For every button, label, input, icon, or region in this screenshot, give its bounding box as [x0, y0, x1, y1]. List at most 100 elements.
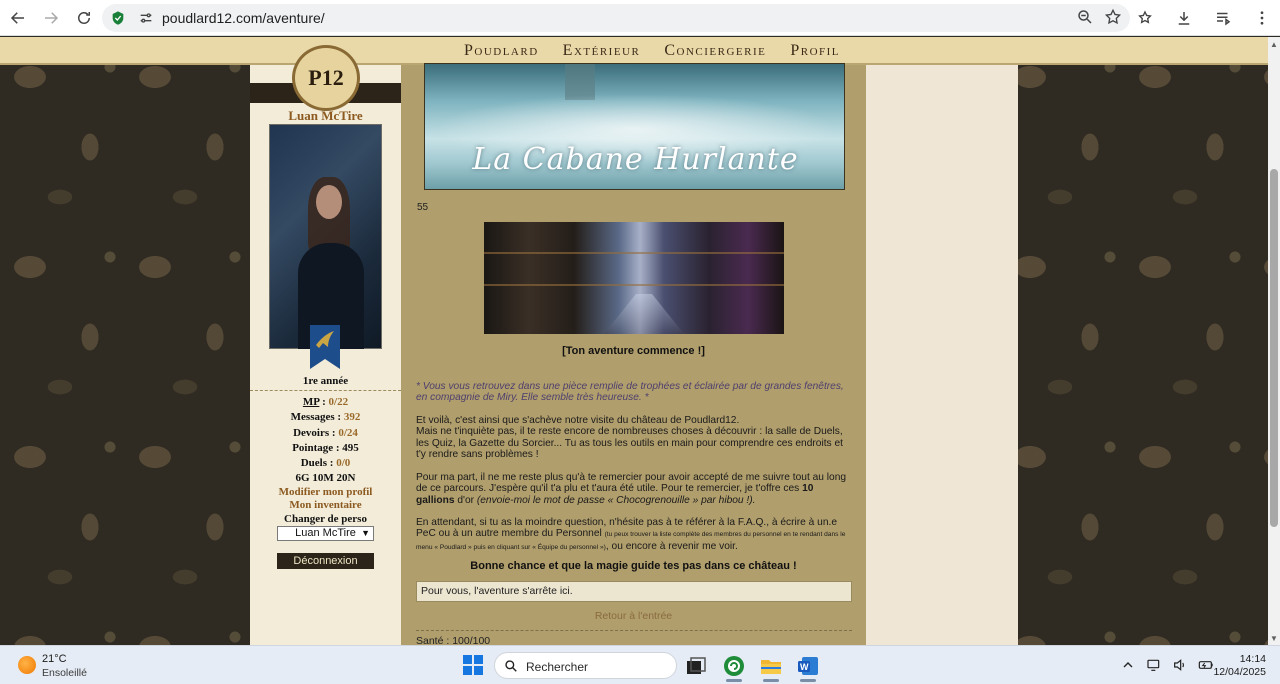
stat-devoirs: Devoirs : 0/24: [250, 426, 401, 441]
paragraph-1b: Mais ne t'inquiète pas, il te reste enco…: [416, 426, 843, 460]
menu-profil[interactable]: Profil: [790, 37, 840, 63]
inventory-link[interactable]: Mon inventaire: [250, 499, 401, 512]
paragraph-3-mid: d'or: [454, 494, 477, 506]
chevron-down-icon: ▼: [361, 528, 370, 538]
taskbar-search[interactable]: Rechercher: [494, 652, 677, 679]
volume-icon[interactable]: [1172, 657, 1188, 673]
reload-icon: [78, 11, 90, 24]
start-button[interactable]: [463, 655, 483, 675]
address-bar[interactable]: poudlard12.com/aventure/: [102, 4, 1130, 32]
mp-link[interactable]: MP: [303, 396, 320, 408]
photo-shelf-2: [484, 284, 784, 286]
location-banner: La Cabane Hurlante: [424, 63, 845, 190]
favorites-button[interactable]: [1127, 3, 1163, 33]
windows-logo-tile-2: [474, 655, 483, 664]
stats-block: MP : 0/22 Messages : 392 Devoirs : 0/24 …: [250, 395, 401, 487]
sun-icon[interactable]: [18, 656, 36, 674]
reading-list-button[interactable]: [1205, 3, 1241, 33]
mp-value: 0/22: [328, 396, 349, 408]
menu-conciergerie[interactable]: Conciergerie: [664, 37, 766, 63]
playlist-icon: [1217, 12, 1231, 26]
stat-messages: Messages : 392: [250, 410, 401, 425]
health-status: Santé : 100/100: [416, 635, 491, 645]
pointage-label: Pointage :: [292, 441, 340, 454]
weather-temperature[interactable]: 21°C: [42, 653, 67, 665]
search-icon: [505, 660, 517, 672]
taskbar: 21°C Ensoleillé Rechercher W 14:14 12/04…: [0, 645, 1280, 684]
chevron-up-icon[interactable]: [1120, 657, 1136, 673]
menu-button[interactable]: [1244, 3, 1280, 33]
menu-exterieur[interactable]: Extérieur: [563, 37, 641, 63]
scroll-down-icon[interactable]: ▼: [1270, 635, 1278, 643]
pointage-value: 495: [342, 441, 359, 454]
end-message-box: Pour vous, l'aventure s'arrête ici.: [416, 581, 852, 602]
arrow-left-icon: [10, 11, 24, 24]
change-perso-select[interactable]: Luan McTire ▼: [277, 526, 374, 541]
profile-links: Modifier mon profil Mon inventaire: [250, 486, 401, 511]
avatar: [269, 124, 382, 349]
word-indicator: [800, 679, 816, 682]
messages-value: 392: [343, 411, 361, 424]
profile-sidebar: P12 Luan McTire 1re année MP : 0/22 Mess…: [250, 45, 401, 645]
url-text[interactable]: poudlard12.com/aventure/: [162, 10, 325, 26]
file-explorer-icon[interactable]: [759, 654, 783, 678]
more-vertical-icon: [1260, 11, 1264, 25]
system-clock[interactable]: 14:14 12/04/2025: [1198, 653, 1266, 679]
devoirs-value: 0/24: [338, 426, 358, 439]
devoirs-label: Devoirs :: [293, 426, 336, 439]
page-scrollbar[interactable]: ▲ ▼: [1268, 37, 1280, 645]
paragraph-4: En attendant, si tu as la moindre questi…: [416, 517, 852, 553]
sidebar-divider: [250, 390, 401, 391]
right-panel: [866, 65, 1018, 645]
photo-corridor: [604, 294, 684, 334]
scroll-up-icon[interactable]: ▲: [1270, 41, 1278, 49]
arrow-right-icon: [45, 11, 59, 24]
stat-duels: Duels : 0/0: [250, 456, 401, 471]
duels-value: 0/0: [336, 457, 351, 470]
farewell-line: Bonne chance et que la magie guide tes p…: [470, 560, 797, 572]
shield-check-icon[interactable]: [110, 10, 126, 26]
scrollbar-thumb[interactable]: [1270, 169, 1278, 527]
story-heading: [Ton aventure commence !]: [562, 345, 705, 357]
messages-label: Messages :: [290, 411, 342, 424]
avatar-face: [316, 185, 342, 219]
paragraph-1: Et voilà, c'est ainsi que s'achève notre…: [416, 415, 852, 460]
task-view-icon[interactable]: [684, 654, 708, 678]
duels-label: Duels :: [300, 457, 334, 470]
reload-button[interactable]: [69, 3, 99, 33]
site-logo[interactable]: P12: [292, 45, 360, 111]
download-icon: [1178, 12, 1190, 25]
main-divider: [416, 630, 852, 631]
network-icon[interactable]: [1146, 657, 1162, 673]
character-name[interactable]: Luan McTire: [250, 108, 401, 124]
banner-title: La Cabane Hurlante: [472, 142, 799, 177]
photo-shelf-1: [484, 252, 784, 254]
word-icon[interactable]: W: [796, 654, 820, 678]
paragraph-3: Pour ma part, il ne me reste plus qu'à t…: [416, 472, 852, 506]
post-number: 55: [417, 202, 429, 213]
main-content: La Cabane Hurlante 55 [Ton aventure comm…: [401, 63, 866, 645]
logout-button[interactable]: Déconnexion: [277, 553, 374, 569]
paragraph-1a: Et voilà, c'est ainsi que s'achève notre…: [416, 415, 740, 426]
forward-button[interactable]: [36, 3, 66, 33]
school-year: 1re année: [302, 375, 349, 387]
edit-profile-link[interactable]: Modifier mon profil: [250, 486, 401, 499]
explorer-indicator: [763, 679, 779, 682]
trophy-room-image: [484, 222, 784, 334]
paragraph-4-end: , ou encore à revenir me voir.: [605, 540, 738, 552]
browser-toolbar: poudlard12.com/aventure/: [0, 0, 1280, 36]
back-to-entrance-link[interactable]: Retour à l'entrée: [401, 610, 866, 622]
menu-poudlard[interactable]: Poudlard: [464, 37, 539, 63]
bookmark-star-icon[interactable]: [1104, 8, 1122, 26]
recycle-app-icon[interactable]: [722, 654, 746, 678]
favorites-icon: [1138, 10, 1152, 24]
downloads-button[interactable]: [1166, 3, 1202, 33]
stat-mp: MP : 0/22: [302, 396, 349, 408]
weather-description[interactable]: Ensoleillé: [42, 667, 87, 679]
change-perso-value: Luan McTire: [295, 527, 356, 539]
clock-date: 12/04/2025: [1213, 666, 1266, 678]
site-settings-icon[interactable]: [138, 10, 154, 26]
zoom-icon[interactable]: [1076, 8, 1094, 26]
change-perso-label: Changer de perso: [284, 513, 367, 525]
back-button[interactable]: [3, 3, 33, 33]
